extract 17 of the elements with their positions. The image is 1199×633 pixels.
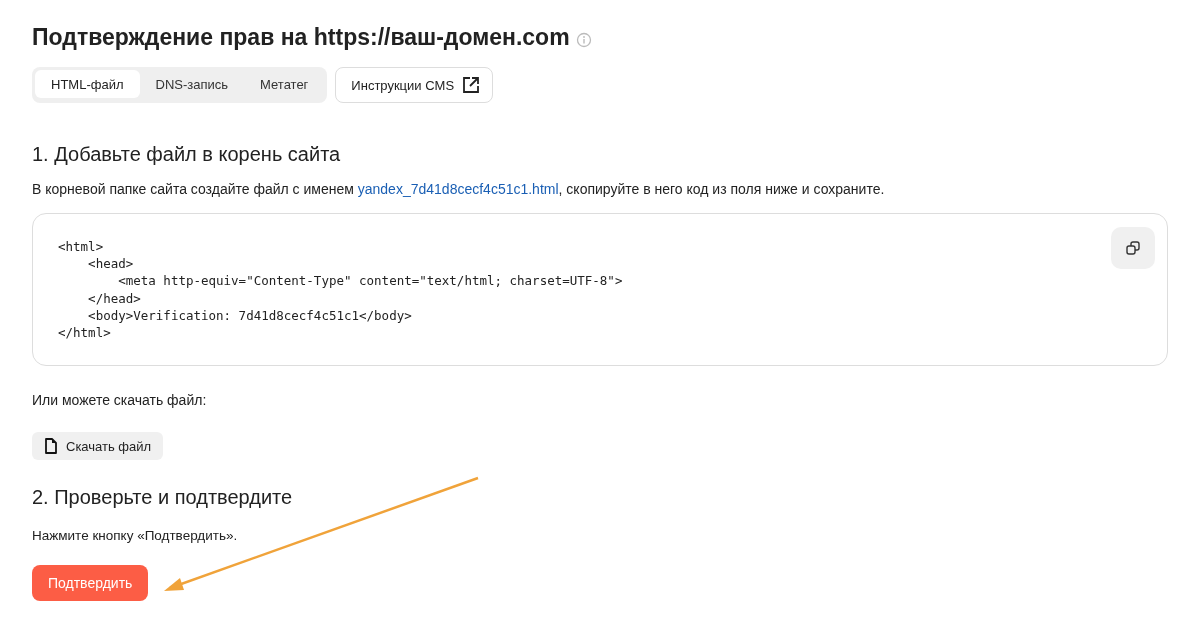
download-button[interactable]: Скачать файл <box>32 432 164 461</box>
section-heading: 2. Проверьте и подтвердите <box>32 486 293 510</box>
section-heading: 1. Добавьте файл в корень сайта <box>32 143 341 166</box>
copy-button[interactable] <box>1111 227 1155 269</box>
tab[interactable]: HTML-файл <box>35 70 140 98</box>
external-link-icon <box>462 76 481 94</box>
code-text: <html> <head> <meta http-equiv="Content-Type" content="text/html; charset=UTF-8"> </head> <body>Verification: 7d41d8cecf4c51c1</body> </html> <box>58 238 623 342</box>
file-icon <box>44 438 58 455</box>
copy-icon <box>1125 240 1141 256</box>
tab[interactable]: Метатег <box>244 70 325 98</box>
instruction-text: В корневой папке сайта создайте файл с именем yandex_7d41d8cecf4c51c1.html, скопируйте в него код из поля ниже и сохраните. <box>32 181 885 197</box>
page-title: Подтверждение прав на https://ваш-домен.com <box>32 24 570 51</box>
cms-instructions-button[interactable]: Инструкции CMS <box>335 67 494 103</box>
file-name-link[interactable]: yandex_7d41d8cecf4c51c1.html <box>357 181 559 197</box>
tab[interactable]: DNS-запись <box>139 70 245 98</box>
download-hint: Или можете скачать файл: <box>32 392 207 409</box>
instruction-text: Нажмите кнопку «Подтвердить». <box>32 528 238 544</box>
